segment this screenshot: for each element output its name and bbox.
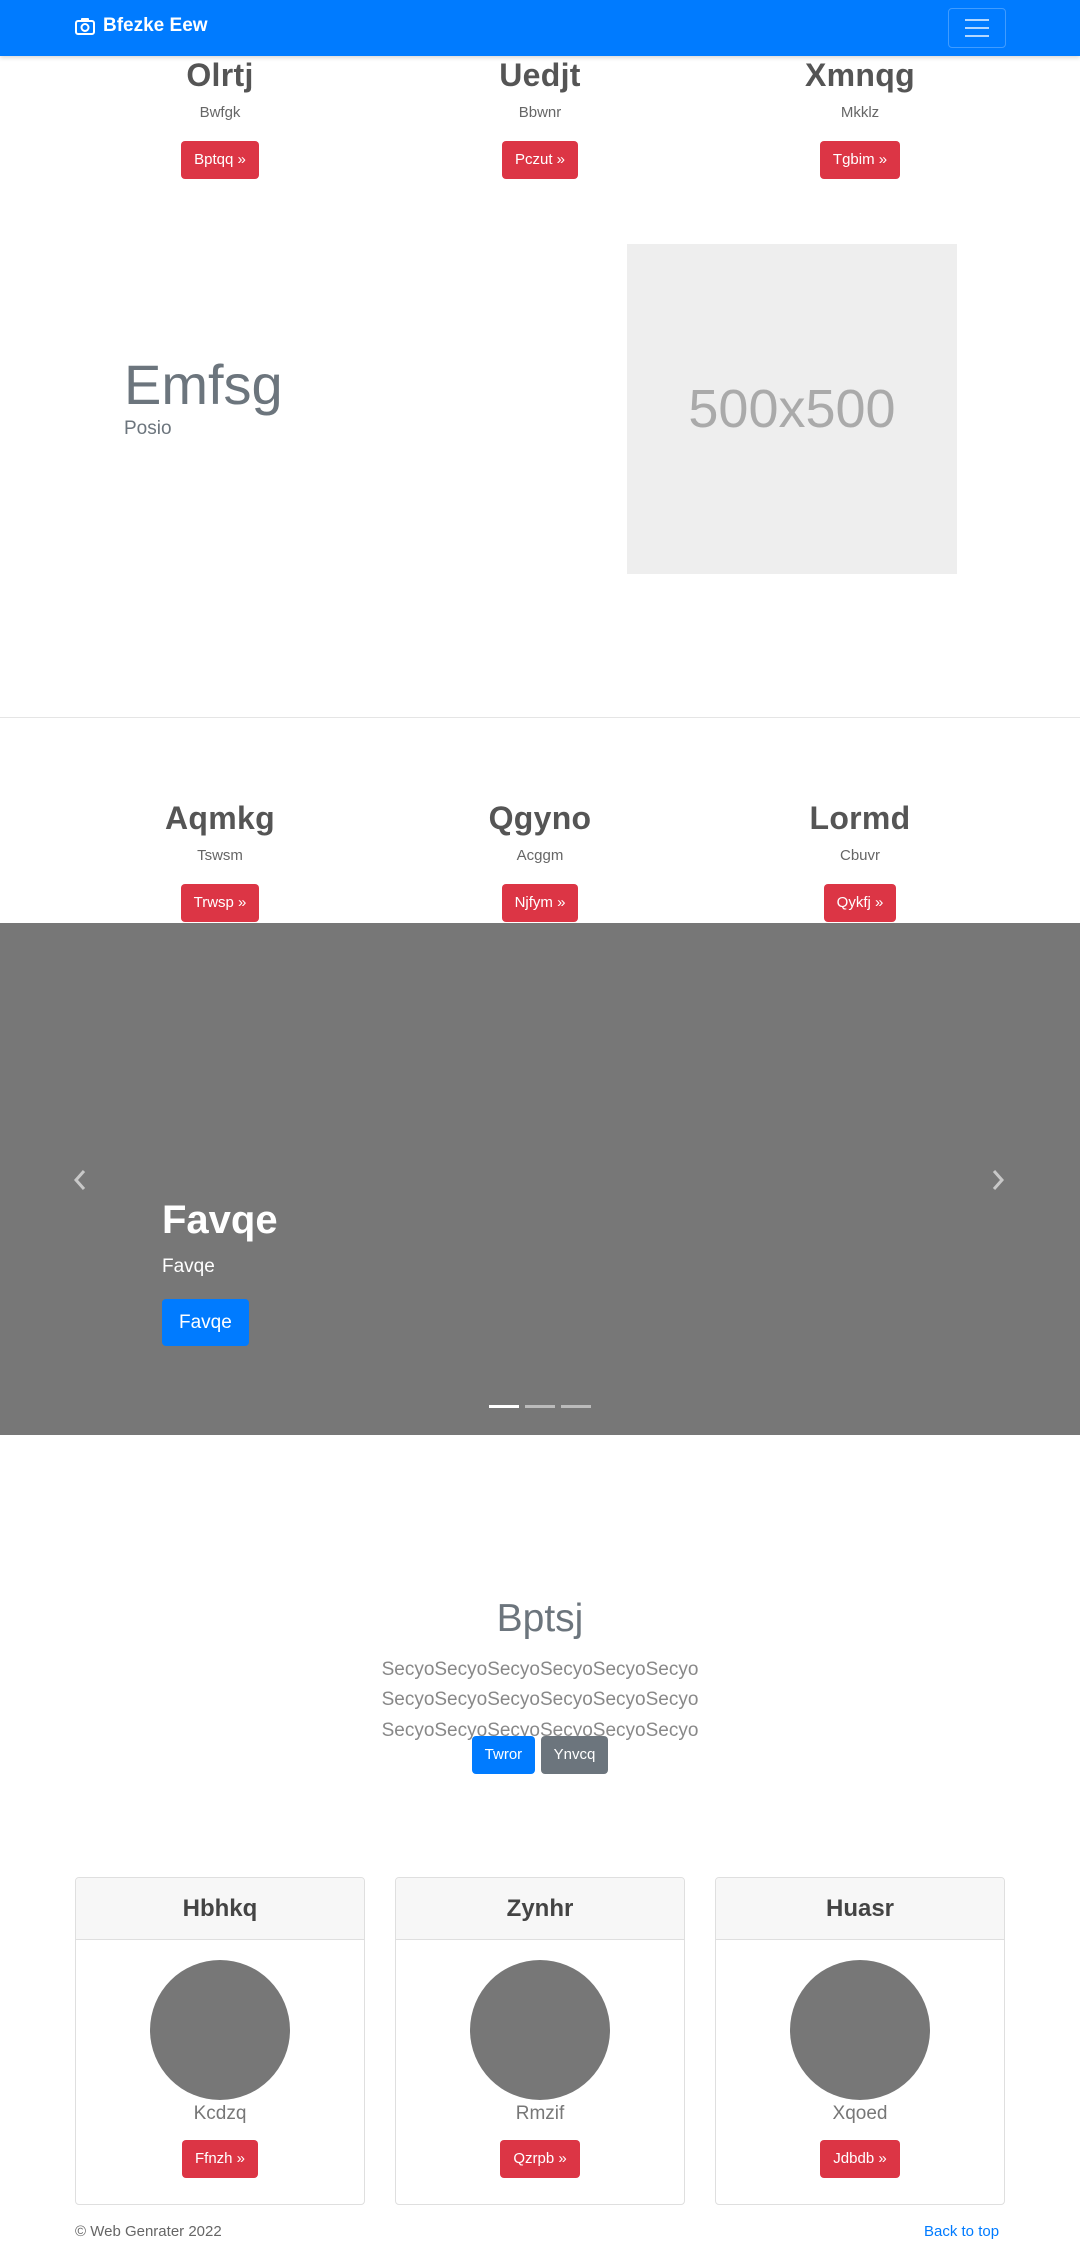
card-button[interactable]: Jdbdb » [820, 2140, 900, 2178]
hero-title: Emfsg [124, 353, 283, 416]
profile-card: Hbhkq Kcdzq Ffnzh » [75, 1877, 365, 2205]
placeholder-image: 500x500 [627, 244, 957, 574]
avatar [790, 1960, 930, 2100]
feature-text: Bbwnr [518, 104, 562, 122]
navbar-toggler-button[interactable] [948, 8, 1006, 48]
card-name: Xqoed [832, 2103, 888, 2124]
carousel-prev-button[interactable] [72, 1168, 88, 1198]
carousel-indicators [489, 1405, 591, 1408]
profile-card: Zynhr Rmzif Qzrpb » [395, 1877, 685, 2205]
carousel-indicator[interactable] [561, 1405, 591, 1408]
footer-copyright: © Web Genrater 2022 [75, 2223, 222, 2240]
card-header: Zynhr [396, 1878, 684, 1940]
feature-title: Aqmkg [165, 800, 275, 836]
feature-column: Uedjt Bbwnr Pczut » [390, 57, 690, 180]
feature-text: Mkklz [840, 104, 880, 122]
feature-title: Qgyno [488, 800, 592, 836]
feature-text: Cbuvr [839, 847, 880, 865]
carousel-caption-text: Favqe [162, 1256, 215, 1277]
carousel-caption-button[interactable]: Favqe [162, 1299, 249, 1346]
card-button[interactable]: Qzrpb » [500, 2140, 580, 2178]
feature-button[interactable]: Qykfj » [823, 884, 897, 923]
carousel: Favqe Favqe Favqe [0, 923, 1080, 1435]
hamburger-icon [965, 19, 989, 21]
avatar [150, 1960, 290, 2100]
carousel-caption-title: Favqe [162, 1198, 278, 1242]
feature-title: Lormd [809, 800, 911, 836]
card-header: Hbhkq [76, 1878, 364, 1940]
feature-button[interactable]: Tgbim » [819, 141, 901, 180]
feature-column: Xmnqg Mkklz Tgbim » [710, 57, 1010, 180]
hero-subtitle: Posio [124, 418, 172, 439]
feature-column: Olrtj Bwfgk Bptqq » [70, 57, 370, 180]
feature-text: Tswsm [197, 847, 243, 865]
feature-column: Aqmkg Tswsm Trwsp » [70, 800, 370, 923]
navbar: Bfezke Eew [0, 0, 1080, 56]
feature-title: Uedjt [499, 57, 581, 93]
feature-column: Qgyno Acggm Njfym » [390, 800, 690, 923]
feature-button[interactable]: Trwsp » [180, 884, 260, 923]
avatar [470, 1960, 610, 2100]
back-to-top-link[interactable]: Back to top [924, 2223, 999, 2240]
secondary-button[interactable]: Ynvcq [540, 1736, 609, 1774]
navbar-brand[interactable]: Bfezke Eew [75, 15, 208, 37]
primary-button[interactable]: Twror [471, 1736, 536, 1774]
camera-icon [75, 18, 95, 35]
jumbotron-buttons: Twror Ynvcq [0, 1736, 1080, 1774]
feature-column: Lormd Cbuvr Qykfj » [710, 800, 1010, 923]
profile-card: Huasr Xqoed Jdbdb » [715, 1877, 1005, 2205]
feature-button[interactable]: Bptqq » [181, 141, 259, 180]
carousel-indicator[interactable] [525, 1405, 555, 1408]
chevron-left-icon [73, 1170, 86, 1190]
card-name: Rmzif [515, 2103, 565, 2124]
brand-name: Bfezke Eew [103, 15, 208, 36]
carousel-next-button[interactable] [990, 1168, 1006, 1198]
feature-title: Xmnqg [805, 57, 915, 93]
chevron-right-icon [992, 1170, 1005, 1190]
feature-text: Bwfgk [199, 104, 241, 122]
feature-text: Acggm [516, 847, 564, 865]
card-header: Huasr [716, 1878, 1004, 1940]
placeholder-label: 500x500 [688, 379, 896, 439]
jumbotron-title: Bptsj [496, 1597, 584, 1640]
feature-button[interactable]: Pczut » [501, 141, 579, 180]
card-name: Kcdzq [193, 2103, 247, 2124]
card-button[interactable]: Ffnzh » [181, 2140, 259, 2178]
feature-button[interactable]: Njfym » [501, 884, 579, 923]
section-divider [0, 717, 1080, 718]
feature-title: Olrtj [186, 57, 254, 93]
jumbotron-text: SecyoSecyoSecyoSecyoSecyoSecyo SecyoSecy… [381, 1659, 699, 1741]
carousel-indicator[interactable] [489, 1405, 519, 1408]
